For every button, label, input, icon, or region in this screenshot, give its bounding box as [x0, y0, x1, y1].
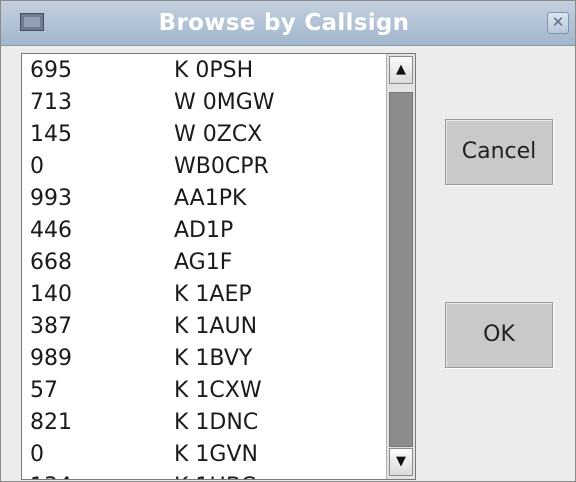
- item-callsign: K 1AUN: [174, 314, 258, 339]
- item-number: 668: [30, 250, 72, 275]
- item-callsign: AA1PK: [174, 186, 247, 211]
- item-number: 821: [30, 410, 72, 435]
- list-item[interactable]: 0 WB0CPR: [22, 151, 382, 183]
- triangle-down-icon: ▼: [396, 454, 406, 469]
- close-icon: ✕: [551, 13, 565, 31]
- browse-dialog: Browse by Callsign ✕ 695 K 0PSH 713 W 0MGW 1…: [0, 0, 576, 482]
- item-callsign: AD1P: [174, 218, 234, 243]
- item-callsign: K 1BVY: [174, 346, 253, 371]
- list-item[interactable]: 387 K 1AUN: [22, 311, 382, 343]
- list-item[interactable]: 446 AD1P: [22, 215, 382, 247]
- item-callsign: K 1CXW: [174, 378, 262, 403]
- item-number: 145: [30, 122, 72, 147]
- triangle-up-icon: ▲: [396, 62, 406, 77]
- cancel-button[interactable]: Cancel: [445, 119, 553, 185]
- item-number: 0: [30, 154, 44, 179]
- item-number: 140: [30, 282, 72, 307]
- list-item[interactable]: 993 AA1PK: [22, 183, 382, 215]
- scroll-down-button[interactable]: ▼: [389, 448, 413, 476]
- list-item[interactable]: 668 AG1F: [22, 247, 382, 279]
- item-callsign: K 0PSH: [174, 58, 254, 83]
- list-item[interactable]: 989 K 1BVY: [22, 343, 382, 375]
- item-number: 0: [30, 442, 44, 467]
- item-number: 989: [30, 346, 72, 371]
- list-item[interactable]: 140 K 1AEP: [22, 279, 382, 311]
- item-number: 57: [30, 378, 58, 403]
- item-number: 713: [30, 90, 72, 115]
- list-item[interactable]: 713 W 0MGW: [22, 87, 382, 119]
- item-callsign: K 1GVN: [174, 442, 258, 467]
- item-callsign: WB0CPR: [174, 154, 269, 179]
- window-title: Browse by Callsign: [158, 10, 410, 36]
- list-item[interactable]: 821 K 1DNC: [22, 407, 382, 439]
- title-bar[interactable]: Browse by Callsign ✕: [1, 1, 575, 46]
- close-button[interactable]: ✕: [547, 12, 569, 34]
- list-item[interactable]: 0 K 1GVN: [22, 439, 382, 471]
- item-callsign: K 1DNC: [174, 410, 259, 435]
- list-item[interactable]: 145 W 0ZCX: [22, 119, 382, 151]
- scroll-up-button[interactable]: ▲: [389, 56, 413, 84]
- list-item[interactable]: 695 K 0PSH: [22, 55, 382, 87]
- item-number: 695: [30, 58, 72, 83]
- scroll-thumb[interactable]: [389, 92, 413, 447]
- item-callsign: AG1F: [174, 250, 233, 275]
- item-number: 993: [30, 186, 72, 211]
- item-callsign: W 0MGW: [174, 90, 275, 115]
- item-callsign: W 0ZCX: [174, 122, 263, 147]
- item-number: 387: [30, 314, 72, 339]
- callsign-list[interactable]: 695 K 0PSH 713 W 0MGW 145 W 0ZCX 0 WB0CPR 993 AA1…: [21, 53, 416, 480]
- list-item[interactable]: 134 K 1HBC: [22, 471, 382, 479]
- item-number: 446: [30, 218, 72, 243]
- item-callsign: K 1AEP: [174, 282, 252, 307]
- item-callsign: K 1HBC: [174, 471, 256, 479]
- ok-button[interactable]: OK: [445, 302, 553, 368]
- item-number: 134: [30, 471, 72, 479]
- vertical-scrollbar[interactable]: ▲ ▼: [386, 54, 415, 479]
- list-item[interactable]: 57 K 1CXW: [22, 375, 382, 407]
